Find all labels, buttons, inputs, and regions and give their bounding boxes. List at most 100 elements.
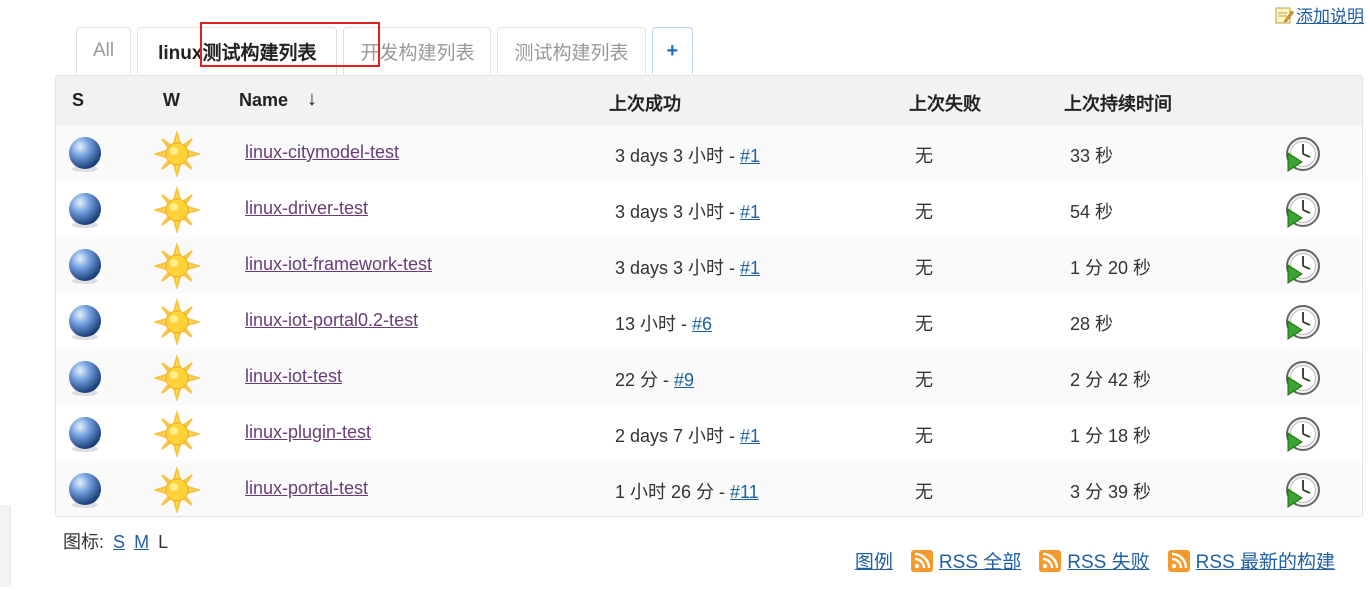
last-success: 1 小时 26 分 - #11 (615, 478, 759, 504)
last-duration: 54 秒 (1070, 202, 1114, 222)
last-success: 3 days 3 小时 - #1 (615, 254, 760, 280)
build-link[interactable]: #1 (740, 258, 760, 278)
build-link[interactable]: #1 (740, 202, 760, 222)
last-failure: 无 (915, 258, 933, 278)
rss-latest-link[interactable]: RSS 最新的构建 (1167, 547, 1335, 574)
icon-size-l: L (158, 532, 169, 552)
rss-all-label: RSS 全部 (938, 552, 1022, 573)
sun-icon (154, 131, 200, 177)
col-weather[interactable]: W (163, 90, 180, 111)
last-success: 3 days 3 小时 - #1 (615, 198, 760, 224)
table-row: linux-iot-framework-test 3 days 3 小时 - #… (56, 237, 1362, 293)
tab-dev-builds[interactable]: 开发构建列表 (343, 27, 492, 74)
icon-size-label: 图标: (63, 532, 105, 552)
build-link[interactable]: #11 (730, 482, 759, 502)
col-last-failure[interactable]: 上次失败 (909, 90, 981, 116)
rss-icon (1167, 549, 1190, 572)
table-row: linux-plugin-test 2 days 7 小时 - #1 无 1 分… (56, 405, 1362, 461)
sort-arrow-icon[interactable]: ↓ (307, 88, 317, 111)
schedule-build-icon[interactable] (1284, 247, 1322, 285)
tab-linux-test-builds-label: linux测试构建列表 (158, 42, 317, 64)
build-link[interactable]: #6 (692, 314, 712, 334)
last-duration: 1 分 20 秒 (1070, 258, 1152, 278)
table-row: linux-portal-test 1 小时 26 分 - #11 无 3 分 … (56, 461, 1362, 516)
build-link[interactable]: #1 (740, 146, 760, 166)
rss-failed-link[interactable]: RSS 失败 (1039, 547, 1150, 574)
build-link[interactable]: #9 (674, 370, 694, 390)
table-row: linux-iot-test 22 分 - #9 无 2 分 42 秒 (56, 349, 1362, 405)
last-failure: 无 (915, 426, 933, 446)
schedule-build-icon[interactable] (1284, 191, 1322, 229)
table-row: linux-citymodel-test 3 days 3 小时 - #1 无 … (56, 125, 1362, 181)
tab-test-builds[interactable]: 测试构建列表 (497, 27, 646, 74)
last-failure: 无 (915, 202, 933, 222)
sun-icon (154, 411, 200, 457)
last-duration: 33 秒 (1070, 146, 1114, 166)
last-success-time: 13 小时 - (615, 314, 693, 334)
last-success-time: 2 days 7 小时 - (615, 426, 741, 446)
view-tabs: All linux测试构建列表 开发构建列表 测试构建列表 + (76, 22, 694, 75)
last-failure: 无 (915, 146, 933, 166)
job-name-link[interactable]: linux-citymodel-test (245, 142, 399, 163)
last-success-time: 3 days 3 小时 - (615, 258, 741, 278)
last-success-time: 3 days 3 小时 - (615, 202, 741, 222)
blue-ball-icon (69, 473, 101, 508)
job-name-link[interactable]: linux-driver-test (245, 198, 368, 219)
last-success-time: 1 小时 26 分 - (615, 482, 731, 502)
sun-icon (154, 355, 200, 401)
table-body: linux-citymodel-test 3 days 3 小时 - #1 无 … (56, 125, 1362, 516)
col-name[interactable]: Name (239, 90, 288, 111)
icon-size-s[interactable]: S (113, 532, 125, 552)
blue-ball-icon (69, 249, 101, 284)
add-description-link[interactable]: 添加说明 (1296, 2, 1364, 27)
last-success-time: 3 days 3 小时 - (615, 146, 741, 166)
build-link[interactable]: #1 (740, 426, 760, 446)
schedule-build-icon[interactable] (1284, 415, 1322, 453)
blue-ball-icon (69, 361, 101, 396)
job-name-link[interactable]: linux-iot-test (245, 366, 342, 387)
job-name-link[interactable]: linux-iot-portal0.2-test (245, 310, 418, 331)
col-last-success[interactable]: 上次成功 (609, 90, 681, 116)
last-duration: 1 分 18 秒 (1070, 426, 1152, 446)
blue-ball-icon (69, 417, 101, 452)
schedule-build-icon[interactable] (1284, 135, 1322, 173)
last-success-time: 22 分 - (615, 370, 675, 390)
col-status[interactable]: S (72, 90, 84, 111)
icon-size-m[interactable]: M (134, 532, 149, 552)
sun-icon (154, 467, 200, 513)
last-duration: 2 分 42 秒 (1070, 370, 1152, 390)
add-view-tab[interactable]: + (651, 27, 694, 74)
footer-links: 图例 RSS 全部 RSS 失败 RSS 最新的构建 (855, 547, 1335, 574)
last-failure: 无 (915, 314, 933, 334)
legend-link[interactable]: 图例 (855, 547, 893, 574)
blue-ball-icon (69, 305, 101, 340)
rss-all-link[interactable]: RSS 全部 (910, 547, 1022, 574)
sun-icon (154, 243, 200, 289)
note-icon (1275, 7, 1294, 23)
blue-ball-icon (69, 137, 101, 172)
rss-icon (910, 549, 933, 572)
sun-icon (154, 187, 200, 233)
table-row: linux-driver-test 3 days 3 小时 - #1 无 54 … (56, 181, 1362, 237)
left-panel-edge (0, 505, 11, 587)
schedule-build-icon[interactable] (1284, 471, 1322, 509)
tab-linux-test-builds[interactable]: linux测试构建列表 (137, 22, 381, 74)
sun-icon (154, 299, 200, 345)
col-last-duration[interactable]: 上次持续时间 (1064, 90, 1172, 116)
last-success: 2 days 7 小时 - #1 (615, 422, 760, 448)
rss-icon (1039, 549, 1062, 572)
add-description[interactable]: 添加说明 (1274, 2, 1364, 27)
blue-ball-icon (69, 193, 101, 228)
table-row: linux-iot-portal0.2-test 13 小时 - #6 无 28… (56, 293, 1362, 349)
last-failure: 无 (915, 370, 933, 390)
job-name-link[interactable]: linux-portal-test (245, 478, 368, 499)
last-duration: 3 分 39 秒 (1070, 482, 1152, 502)
rss-latest-label: RSS 最新的构建 (1195, 552, 1335, 573)
schedule-build-icon[interactable] (1284, 359, 1322, 397)
last-success: 13 小时 - #6 (615, 310, 712, 336)
job-name-link[interactable]: linux-plugin-test (245, 422, 371, 443)
tab-all[interactable]: All (76, 27, 132, 74)
schedule-build-icon[interactable] (1284, 303, 1322, 341)
job-name-link[interactable]: linux-iot-framework-test (245, 254, 432, 275)
jobs-table: S W Name ↓ 上次成功 上次失败 上次持续时间 linux-citymo… (55, 75, 1363, 517)
